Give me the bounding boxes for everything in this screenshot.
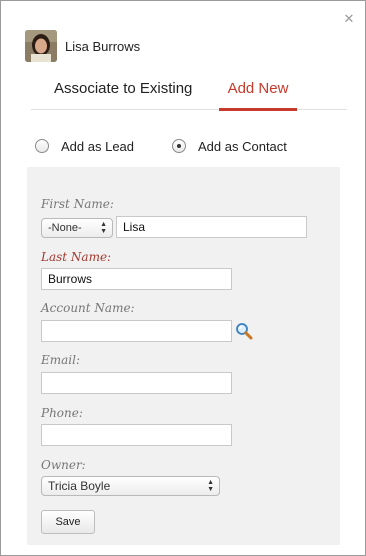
owner-select[interactable]: Tricia Boyle ▲ ▼ [41, 476, 220, 496]
email-label: Email: [41, 353, 81, 367]
add-record-panel: ✕ Lisa Burrows Associate to Existing Add… [0, 0, 366, 556]
add-as-lead-label: Add as Lead [61, 138, 135, 154]
owner-label: Owner: [41, 458, 86, 472]
contact-form: First Name: -None- ▲ ▼ Lisa Last Name: Bu… [27, 167, 340, 545]
close-icon[interactable]: ✕ [343, 12, 355, 25]
magnifier-icon[interactable] [235, 322, 253, 340]
record-type-group: Add as Lead Add as Contact [35, 137, 287, 155]
contact-header: Lisa Burrows [25, 28, 140, 64]
add-as-contact-label: Add as Contact [198, 138, 287, 154]
account-name-label: Account Name: [41, 301, 135, 315]
first-name-input[interactable]: Lisa [116, 216, 307, 238]
account-name-input[interactable] [41, 320, 232, 342]
add-as-lead-option[interactable]: Add as Lead [35, 139, 134, 154]
avatar [25, 30, 57, 62]
updown-arrows-icon: ▲ ▼ [100, 221, 107, 235]
phone-label: Phone: [41, 406, 83, 420]
add-as-lead-radio[interactable] [35, 139, 49, 153]
tab-bar: Associate to Existing Add New [31, 76, 347, 111]
phone-input[interactable] [41, 424, 232, 446]
last-name-input[interactable]: Burrows [41, 268, 232, 290]
save-button[interactable]: Save [41, 510, 95, 534]
first-name-label: First Name: [41, 197, 114, 211]
contact-name: Lisa Burrows [65, 38, 141, 54]
add-as-contact-option[interactable]: Add as Contact [172, 139, 287, 154]
add-as-contact-radio[interactable] [172, 139, 187, 153]
updown-arrows-icon: ▲ ▼ [207, 479, 214, 493]
owner-value: Tricia Boyle [48, 479, 111, 493]
email-input[interactable] [41, 372, 232, 394]
last-name-label: Last Name: [41, 250, 112, 264]
salutation-value: -None- [48, 222, 82, 234]
tab-associate-existing[interactable]: Associate to Existing [54, 76, 192, 110]
tab-add-new[interactable]: Add New [219, 76, 297, 111]
salutation-select[interactable]: -None- ▲ ▼ [41, 218, 113, 238]
